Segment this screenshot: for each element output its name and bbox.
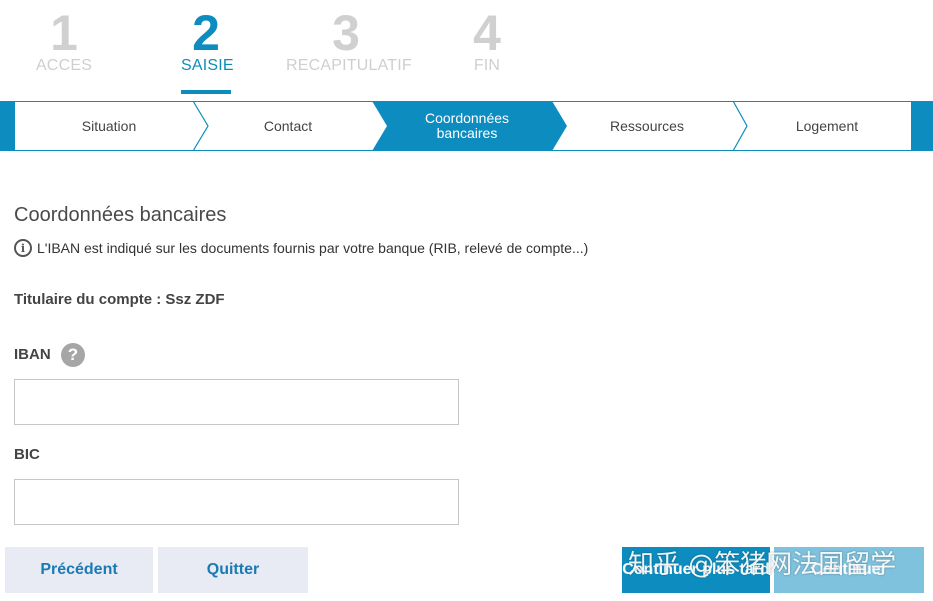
step-number: 4 <box>473 5 501 61</box>
bic-input[interactable] <box>14 479 459 525</box>
continue-button[interactable]: Continuer <box>774 547 924 593</box>
step-saisie: 2 SAISIE <box>181 4 234 94</box>
step-number: 2 <box>192 5 220 61</box>
step-number: 3 <box>332 5 360 61</box>
iban-label: IBAN <box>14 346 51 363</box>
step-label: FIN <box>473 57 501 74</box>
info-icon: i <box>14 239 32 257</box>
step-fin: 4 FIN <box>462 4 512 74</box>
bic-label: BIC <box>14 446 40 463</box>
step-recapitulatif: 3 RECAPITULATIF <box>286 4 412 74</box>
step-label: RECAPITULATIF <box>286 57 412 74</box>
quit-button[interactable]: Quitter <box>158 547 308 593</box>
step-number: 1 <box>50 5 78 61</box>
step-label: SAISIE <box>181 57 234 74</box>
help-icon[interactable]: ? <box>61 343 85 367</box>
bar-right-cap <box>912 101 933 151</box>
substep-contact[interactable]: Contact <box>203 101 373 151</box>
substep-coordonnees-bancaires[interactable]: Coordonnées bancaires <box>405 101 529 151</box>
continue-later-button[interactable]: Continuer plus tard <box>622 547 770 593</box>
previous-button[interactable]: Précédent <box>5 547 153 593</box>
info-text: L'IBAN est indiqué sur les documents fou… <box>37 240 589 256</box>
info-row: i L'IBAN est indiqué sur les documents f… <box>14 239 588 257</box>
step-acces: 1 ACCES <box>24 4 104 74</box>
active-step-underline <box>181 90 231 94</box>
bar-left-cap <box>0 101 14 151</box>
iban-input[interactable] <box>14 379 459 425</box>
substep-situation[interactable]: Situation <box>15 101 203 151</box>
section-title: Coordonnées bancaires <box>14 204 227 226</box>
substep-logement[interactable]: Logement <box>742 101 912 151</box>
account-holder: Titulaire du compte : Ssz ZDF <box>14 291 225 308</box>
substep-bar: Situation Contact Coordonnées bancaires … <box>0 101 933 151</box>
step-label: ACCES <box>35 57 93 74</box>
substep-ressources[interactable]: Ressources <box>562 101 732 151</box>
